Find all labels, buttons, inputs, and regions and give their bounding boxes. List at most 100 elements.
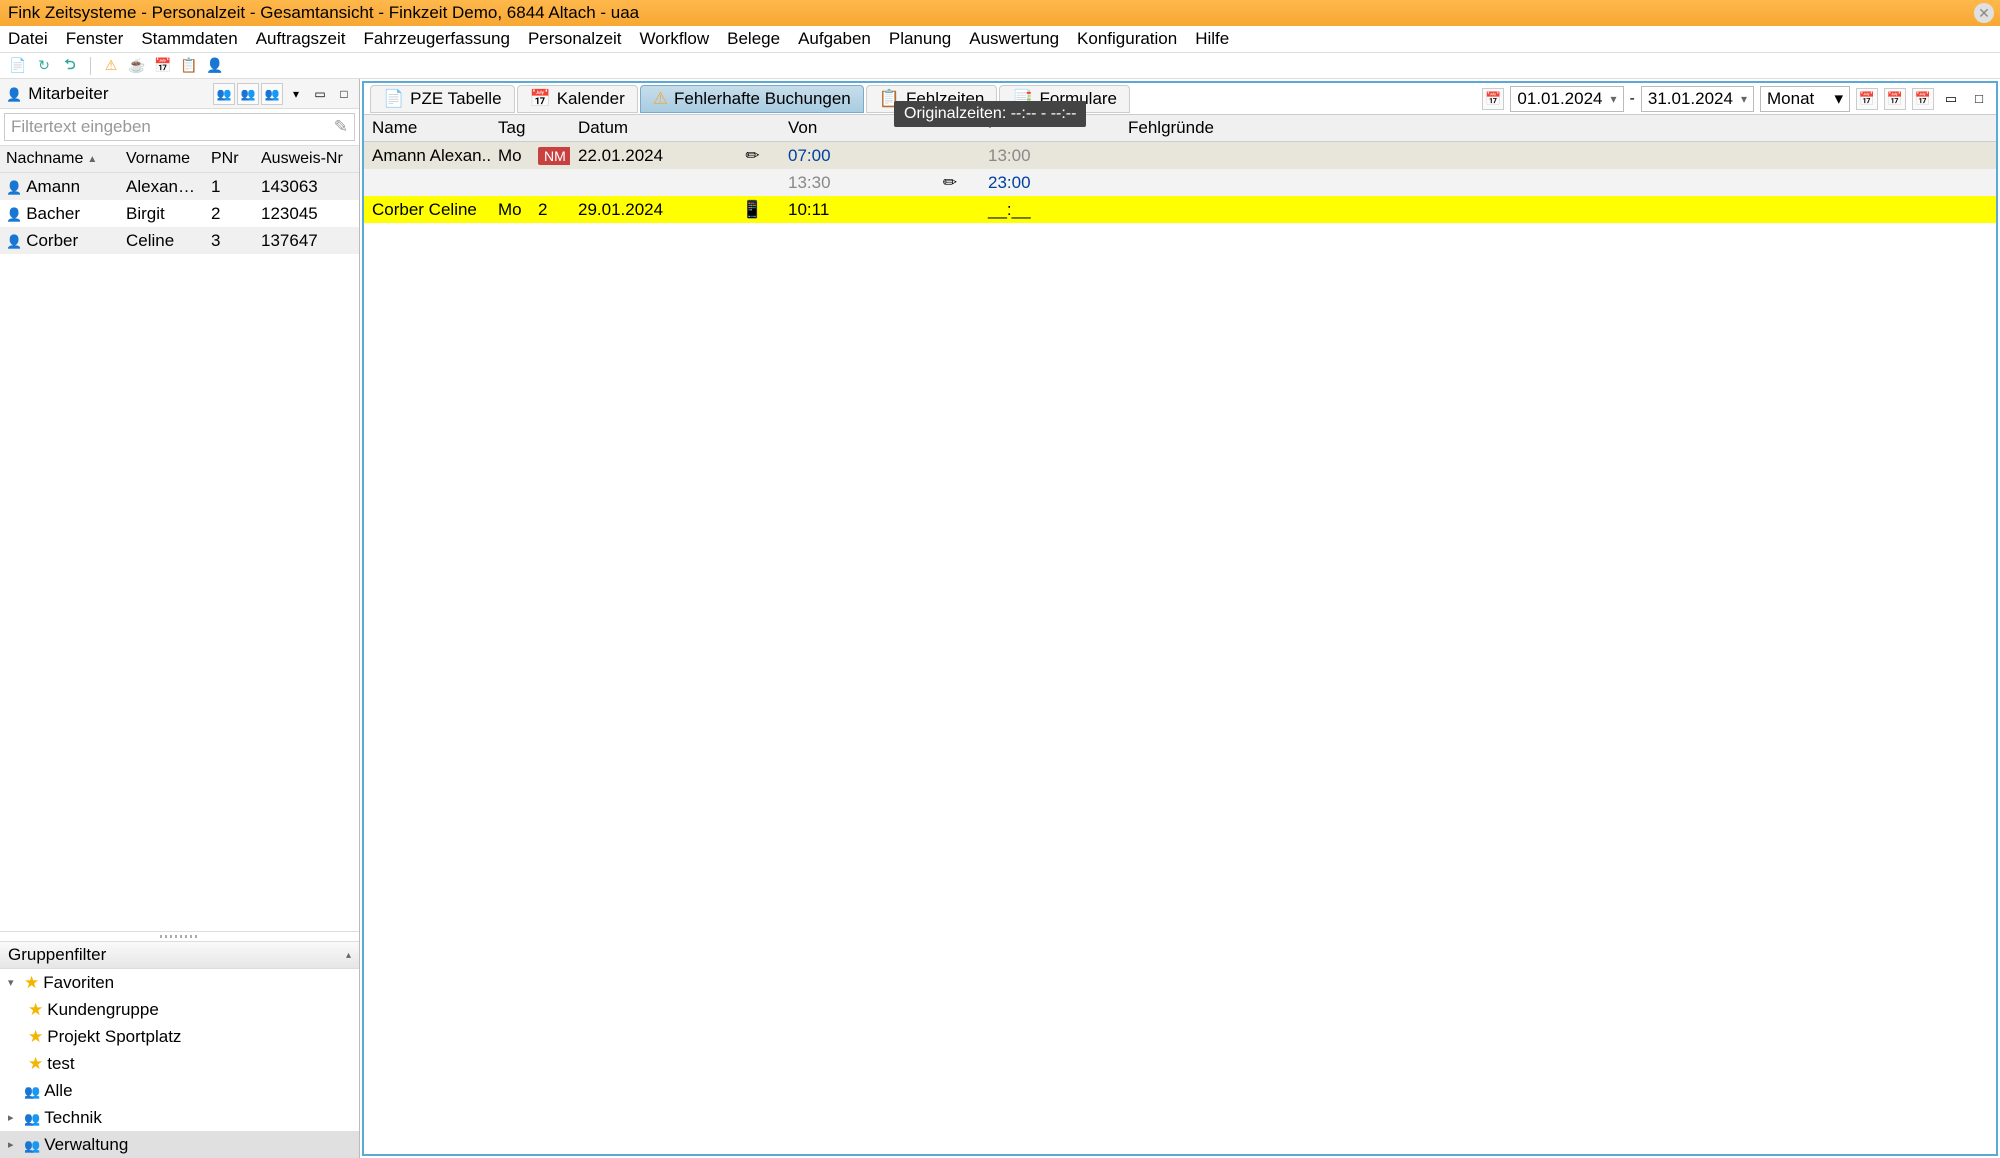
menu-stammdaten[interactable]: Stammdaten: [141, 29, 237, 49]
minimize-icon[interactable]: ▭: [309, 83, 331, 105]
refresh-icon[interactable]: ↻: [34, 56, 54, 76]
tree-label: test: [47, 1054, 74, 1074]
gruppenfilter-header[interactable]: Gruppenfilter ▴: [0, 941, 359, 969]
tree-item[interactable]: ▾★Favoriten: [0, 969, 359, 996]
pdf-icon[interactable]: 📄: [8, 56, 28, 76]
nm-badge: NM: [538, 147, 570, 165]
tree-item[interactable]: ★test: [0, 1050, 359, 1077]
person-icon[interactable]: 👤: [205, 56, 225, 76]
chevron-down-icon[interactable]: ▾: [1834, 89, 1843, 109]
calendar-icon: 📅: [530, 89, 551, 109]
maximize-icon[interactable]: □: [333, 83, 355, 105]
grid-row[interactable]: Corber CelineMo229.01.2024📱10:11__:__: [364, 196, 1996, 223]
menu-workflow[interactable]: Workflow: [640, 29, 710, 49]
date-dash: -: [1630, 90, 1635, 108]
employee-row[interactable]: AmannAlexandra1143063: [0, 173, 359, 200]
employee-list: AmannAlexandra1143063 BacherBirgit212304…: [0, 173, 359, 931]
doc-icon: 📄: [383, 89, 404, 109]
star-icon: ★: [28, 1000, 43, 1020]
edit-filter-icon[interactable]: ✎: [334, 117, 348, 137]
chevron-down-icon[interactable]: ▾: [1611, 92, 1617, 106]
warning-icon: ⚠: [653, 89, 668, 109]
date-to-input[interactable]: 31.01.2024▾: [1641, 86, 1754, 112]
col-badge[interactable]: [530, 115, 570, 141]
tree-item[interactable]: ★Projekt Sportplatz: [0, 1023, 359, 1050]
menu-fenster[interactable]: Fenster: [66, 29, 124, 49]
edit-icon[interactable]: ✏: [745, 146, 759, 166]
tab-fehlerhafte-buchungen[interactable]: ⚠Fehlerhafte Buchungen: [640, 85, 864, 113]
col-name[interactable]: Name: [364, 115, 490, 141]
tree-item[interactable]: ▸Technik: [0, 1104, 359, 1131]
col-pnr[interactable]: PNr: [205, 150, 255, 168]
grid-row[interactable]: 13:30✏23:00: [364, 169, 1996, 196]
grid-row[interactable]: Amann Alexan...MoNM22.01.2024✏07:0013:00: [364, 142, 1996, 169]
group-icon-1[interactable]: 👥: [213, 83, 235, 105]
menu-hilfe[interactable]: Hilfe: [1195, 29, 1229, 49]
min-icon[interactable]: ▭: [1940, 88, 1962, 110]
menu-aufgaben[interactable]: Aufgaben: [798, 29, 871, 49]
cal-icon-1[interactable]: 📅: [1856, 88, 1878, 110]
group-icon-3[interactable]: 👥: [261, 83, 283, 105]
col-ausweis[interactable]: Ausweis-Nr: [255, 150, 350, 168]
tree-item[interactable]: ★Kundengruppe: [0, 996, 359, 1023]
close-icon[interactable]: ✕: [1974, 3, 1994, 23]
menu-fahrzeugerfassung[interactable]: Fahrzeugerfassung: [363, 29, 509, 49]
menu-auftragszeit[interactable]: Auftragszeit: [256, 29, 346, 49]
menu-personalzeit[interactable]: Personalzeit: [528, 29, 622, 49]
menu-planung[interactable]: Planung: [889, 29, 951, 49]
people-icon: [24, 1108, 40, 1128]
tree-item[interactable]: ▸Verwaltung: [0, 1131, 359, 1158]
menu-belege[interactable]: Belege: [727, 29, 780, 49]
col-fehlgruende[interactable]: Fehlgründe: [1120, 115, 1260, 141]
expand-icon[interactable]: ▸: [8, 1111, 20, 1124]
main-toolbar: 📄 ↻ ⮌ ⚠ ☕ 📅 📋 👤: [0, 53, 2000, 79]
person-icon: [6, 84, 22, 104]
col-datum[interactable]: Datum: [570, 115, 725, 141]
dropdown-icon[interactable]: ▾: [285, 83, 307, 105]
warning-icon[interactable]: ⚠: [101, 56, 121, 76]
form-icon[interactable]: 📋: [179, 56, 199, 76]
menu-datei[interactable]: Datei: [8, 29, 48, 49]
max-icon[interactable]: □: [1968, 88, 1990, 110]
grid-body: Amann Alexan...MoNM22.01.2024✏07:0013:00…: [364, 142, 1996, 223]
col-vorname[interactable]: Vorname: [120, 150, 205, 168]
edit-icon[interactable]: 📱: [742, 200, 763, 220]
expand-icon[interactable]: ▾: [8, 976, 20, 989]
mitarbeiter-title: Mitarbeiter: [28, 84, 108, 104]
undo-icon[interactable]: ⮌: [60, 56, 80, 76]
period-select[interactable]: Monat▾: [1760, 86, 1850, 112]
tree-item[interactable]: Alle: [0, 1077, 359, 1104]
menu-konfiguration[interactable]: Konfiguration: [1077, 29, 1177, 49]
cal-icon-2[interactable]: 📅: [1884, 88, 1906, 110]
person-icon: [6, 204, 22, 224]
col-edit[interactable]: [725, 115, 780, 141]
splitter[interactable]: [0, 931, 359, 941]
sidebar: Mitarbeiter 👥 👥 👥 ▾ ▭ □ Filtertext einge…: [0, 79, 360, 1158]
coffee-icon[interactable]: ☕: [127, 56, 147, 76]
menu-auswertung[interactable]: Auswertung: [969, 29, 1059, 49]
tree-label: Alle: [44, 1081, 72, 1101]
date-range-controls: 📅 01.01.2024▾ - 31.01.2024▾ Monat▾ 📅 📅 📅…: [1482, 86, 1990, 112]
employee-row[interactable]: BacherBirgit2123045: [0, 200, 359, 227]
window-title: Fink Zeitsysteme - Personalzeit - Gesamt…: [8, 3, 639, 23]
employee-row[interactable]: CorberCeline3137647: [0, 227, 359, 254]
calendar-icon[interactable]: 📅: [153, 56, 173, 76]
grid-header: Name Tag Datum Von Fehlgründe: [364, 115, 1996, 142]
edit-icon[interactable]: ✏: [943, 173, 957, 193]
star-icon: ★: [28, 1054, 43, 1074]
group-icon-2[interactable]: 👥: [237, 83, 259, 105]
tab-kalender[interactable]: 📅Kalender: [517, 85, 638, 113]
tab-pze-tabelle[interactable]: 📄PZE Tabelle: [370, 85, 515, 113]
chevron-down-icon[interactable]: ▾: [1741, 92, 1747, 106]
col-tag[interactable]: Tag: [490, 115, 530, 141]
filter-input[interactable]: Filtertext eingeben ✎: [4, 113, 355, 141]
col-nachname[interactable]: Nachname▲: [0, 150, 120, 168]
date-picker-icon[interactable]: 📅: [1482, 88, 1504, 110]
expand-icon[interactable]: ▸: [8, 1138, 20, 1151]
filter-placeholder: Filtertext eingeben: [11, 117, 151, 137]
cal-icon-3[interactable]: 📅: [1912, 88, 1934, 110]
tree-label: Favoriten: [43, 973, 114, 993]
people-icon: [24, 1081, 40, 1101]
date-from-input[interactable]: 01.01.2024▾: [1510, 86, 1623, 112]
collapse-icon[interactable]: ▴: [346, 950, 351, 961]
